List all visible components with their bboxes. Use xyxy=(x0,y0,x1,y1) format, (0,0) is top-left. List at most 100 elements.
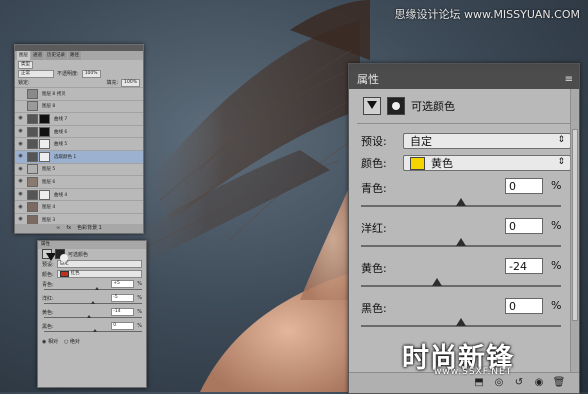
layer-row[interactable]: ◉ 曲线 4 xyxy=(15,187,143,201)
reset-icon[interactable]: ↺ xyxy=(511,376,527,390)
layer-visibility-icon[interactable]: ◉ xyxy=(17,191,24,198)
color-label: 颜色: xyxy=(361,157,387,170)
small-props-tab[interactable]: 属性 xyxy=(38,241,146,249)
slider-label: 黑色: xyxy=(361,302,387,315)
delete-trash-icon[interactable]: 🗑 xyxy=(551,376,567,390)
slider-value-input[interactable]: 0 xyxy=(505,298,543,314)
tab-history[interactable]: 历史记录 xyxy=(45,51,67,60)
layer-visibility-icon[interactable]: ◉ xyxy=(17,128,24,135)
layer-row[interactable]: ◉ 图层 4 xyxy=(15,200,143,213)
color-swatch xyxy=(59,271,69,277)
layer-list: 图层 8 拷贝 图层 8 ◉ 曲线 7 ◉ 曲线 6 ◉ 曲线 5 ◉ 选取颜色 1 ◉ 图层 5 ◉ 图… xyxy=(15,87,143,226)
layer-row[interactable]: ◉ 图层 5 xyxy=(15,162,143,176)
selective-color-adjustment-icon xyxy=(363,97,381,115)
layer-thumbnail xyxy=(27,101,38,112)
layer-visibility-icon[interactable]: ◉ xyxy=(17,204,24,211)
layer-mask-thumbnail[interactable] xyxy=(39,189,50,200)
slider-knob[interactable] xyxy=(456,238,466,246)
tab-paths[interactable]: 路径 xyxy=(68,51,81,60)
clip-to-layer-icon[interactable]: ⬒ xyxy=(471,376,487,390)
percent-label: % xyxy=(137,281,142,287)
layer-mask-thumbnail[interactable] xyxy=(39,151,50,162)
slider-track[interactable] xyxy=(44,287,142,290)
slider-value-input[interactable]: -5 xyxy=(111,294,135,302)
link-icon[interactable]: ∞ xyxy=(56,224,60,233)
adjustment-name: 可选颜色 xyxy=(411,100,455,113)
layer-visibility-icon[interactable] xyxy=(17,103,24,110)
visibility-eye-icon[interactable]: ◉ xyxy=(531,376,547,390)
slider-knob[interactable] xyxy=(456,198,466,206)
opacity-input[interactable]: 100% xyxy=(81,69,101,78)
slider-track[interactable] xyxy=(44,315,142,318)
color-select[interactable]: 红色 xyxy=(56,270,142,278)
layer-name: 图层 8 xyxy=(42,104,56,110)
layer-row[interactable]: ◉ 曲线 5 xyxy=(15,137,143,150)
slider-knob[interactable] xyxy=(94,287,99,290)
small-properties-panel: 属性 可选颜色 预设: 自定 颜色: 红色 青色: +5% 洋红: -5% 黄色: -14… xyxy=(37,240,147,388)
preset-dropdown[interactable]: 自定 ⇕ xyxy=(403,133,571,149)
slider-value-input[interactable]: -24 xyxy=(505,258,543,274)
view-previous-icon[interactable]: ◎ xyxy=(491,376,507,390)
percent-label: % xyxy=(551,259,562,272)
layer-visibility-icon[interactable]: ◉ xyxy=(17,141,24,148)
slider-value-input[interactable]: 0 xyxy=(505,218,543,234)
slider-value-input[interactable]: 0 xyxy=(111,322,135,330)
scrollbar[interactable] xyxy=(570,89,579,373)
slider-knob[interactable] xyxy=(456,318,466,326)
slider-value-input[interactable]: 0 xyxy=(505,178,543,194)
slider-knob[interactable] xyxy=(432,278,442,286)
layer-thumbnail xyxy=(27,202,38,213)
layer-row[interactable]: ◉ 选取颜色 1 xyxy=(15,149,143,163)
slider-knob[interactable] xyxy=(91,301,96,304)
layer-name: 曲线 7 xyxy=(54,116,68,122)
layer-row[interactable]: ◉ 曲线 7 xyxy=(15,112,143,125)
panel-menu-icon[interactable]: ≡ xyxy=(565,71,573,89)
layer-filter-select[interactable]: 类型 xyxy=(18,60,33,69)
tab-layers[interactable]: 图层 xyxy=(17,51,30,60)
blend-mode-select[interactable]: 正常 xyxy=(18,69,54,78)
layer-row[interactable]: ◉ 曲线 6 xyxy=(15,124,143,138)
layer-thumbnail xyxy=(27,126,38,137)
layer-visibility-icon[interactable]: ◉ xyxy=(17,166,24,173)
layer-name: 曲线 6 xyxy=(54,129,68,135)
layer-row[interactable]: 图层 8 xyxy=(15,99,143,113)
layer-name: 曲线 5 xyxy=(54,142,68,148)
radio-relative[interactable]: ◉ 相对 xyxy=(42,338,58,345)
small-color-slider-row: 黄色: -14% xyxy=(38,307,146,318)
scrollbar-thumb[interactable] xyxy=(572,129,578,321)
panel-drag-bar[interactable] xyxy=(349,64,579,71)
tab-channels[interactable]: 通道 xyxy=(31,51,44,60)
slider-track[interactable] xyxy=(44,329,142,332)
layer-mask-icon[interactable] xyxy=(387,97,405,115)
layer-visibility-icon[interactable] xyxy=(17,90,24,97)
slider-track[interactable] xyxy=(44,301,142,304)
slider-knob[interactable] xyxy=(87,315,92,318)
layer-name: 图层 4 xyxy=(42,205,56,211)
radio-absolute[interactable]: ○ 绝对 xyxy=(64,338,80,345)
layer-row[interactable]: ◉ 图层 6 xyxy=(15,175,143,188)
color-slider-list: 青色: 0% 洋红: 0% 黄色: -24% 黑色: 0% xyxy=(349,178,579,338)
preset-label: 预设: xyxy=(361,135,387,148)
fx-icon[interactable]: fx xyxy=(66,224,71,233)
layer-row[interactable]: 图层 8 拷贝 xyxy=(15,87,143,100)
layer-mask-thumbnail[interactable] xyxy=(39,126,50,137)
slider-track[interactable] xyxy=(361,285,561,287)
layer-visibility-icon[interactable]: ◉ xyxy=(17,153,24,160)
slider-value-input[interactable]: +5 xyxy=(111,280,135,288)
layer-visibility-icon[interactable]: ◉ xyxy=(17,178,24,185)
slider-knob[interactable] xyxy=(93,329,97,332)
color-dropdown[interactable]: 黄色 ⇕ xyxy=(403,155,571,171)
layer-name: 图层 5 xyxy=(42,167,56,173)
slider-value-input[interactable]: -14 xyxy=(111,308,135,316)
layer-visibility-icon[interactable]: ◉ xyxy=(17,115,24,122)
layer-mask-thumbnail[interactable] xyxy=(39,113,50,124)
layer-thumbnail xyxy=(27,139,38,150)
layer-mask-thumbnail[interactable] xyxy=(39,139,50,150)
layers-tabs: 图层 通道 历史记录 路径 xyxy=(15,51,143,60)
layer-name: 图层 3 xyxy=(42,217,56,223)
layer-name: 图层 6 xyxy=(42,179,56,185)
layer-visibility-icon[interactable]: ◉ xyxy=(17,216,24,223)
mask-icon[interactable] xyxy=(55,249,68,262)
preset-select[interactable]: 自定 xyxy=(56,260,142,268)
fill-input[interactable]: 100% xyxy=(121,78,140,87)
